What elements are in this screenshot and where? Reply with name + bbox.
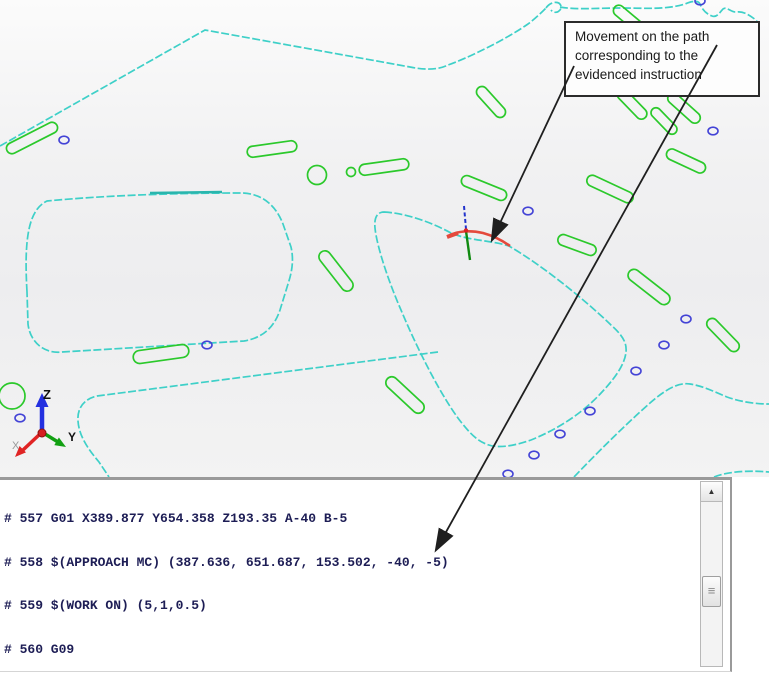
callout-line-1: Movement on the path bbox=[575, 28, 752, 47]
contour-dark-segment bbox=[150, 192, 222, 193]
contour-left-pocket bbox=[26, 193, 292, 352]
thumb-grip-icon: ≡ bbox=[708, 583, 716, 598]
gcode-listing: # 557 G01 X389.877 Y654.358 Z193.35 A-40… bbox=[0, 483, 696, 685]
z-axis-label: Z bbox=[43, 387, 51, 402]
tool-axis-upper bbox=[464, 206, 466, 229]
scroll-up-button[interactable]: ▲ bbox=[701, 482, 722, 502]
callout-line-2: corresponding to the bbox=[575, 47, 752, 66]
scroll-up-arrow-icon: ▲ bbox=[708, 487, 716, 496]
gcode-line[interactable]: # 560 G09 bbox=[0, 643, 696, 658]
gcode-panel: # 557 G01 X389.877 Y654.358 Z193.35 A-40… bbox=[0, 477, 732, 672]
x-axis-label: X bbox=[12, 440, 20, 452]
contour-bottom-right-wave bbox=[574, 384, 769, 477]
tool-position-marker bbox=[464, 206, 470, 260]
gcode-line[interactable]: # 557 G01 X389.877 Y654.358 Z193.35 A-40… bbox=[0, 512, 696, 527]
vertical-scrollbar[interactable]: ▲ ≡ bbox=[700, 481, 723, 667]
triad-origin bbox=[38, 429, 46, 437]
gcode-line[interactable]: # 558 $(APPROACH MC) (387.636, 651.687, … bbox=[0, 556, 696, 571]
tool-contact-point bbox=[464, 228, 468, 232]
contour-bottom-left bbox=[78, 352, 438, 477]
contour-top-hook bbox=[546, 1, 757, 21]
cam-simulator-window: Z Y X Movement on the path corresponding… bbox=[0, 0, 769, 685]
contour-top-ridge bbox=[0, 8, 546, 146]
scrollbar-thumb[interactable]: ≡ bbox=[702, 576, 721, 607]
tool-axis-lower bbox=[466, 231, 470, 260]
callout-line-3: evidenced instruction bbox=[575, 66, 752, 85]
y-axis-label: Y bbox=[68, 430, 76, 444]
annotation-callout: Movement on the path corresponding to th… bbox=[564, 21, 760, 97]
gcode-line[interactable]: # 559 $(WORK ON) (5,1,0.5) bbox=[0, 599, 696, 614]
